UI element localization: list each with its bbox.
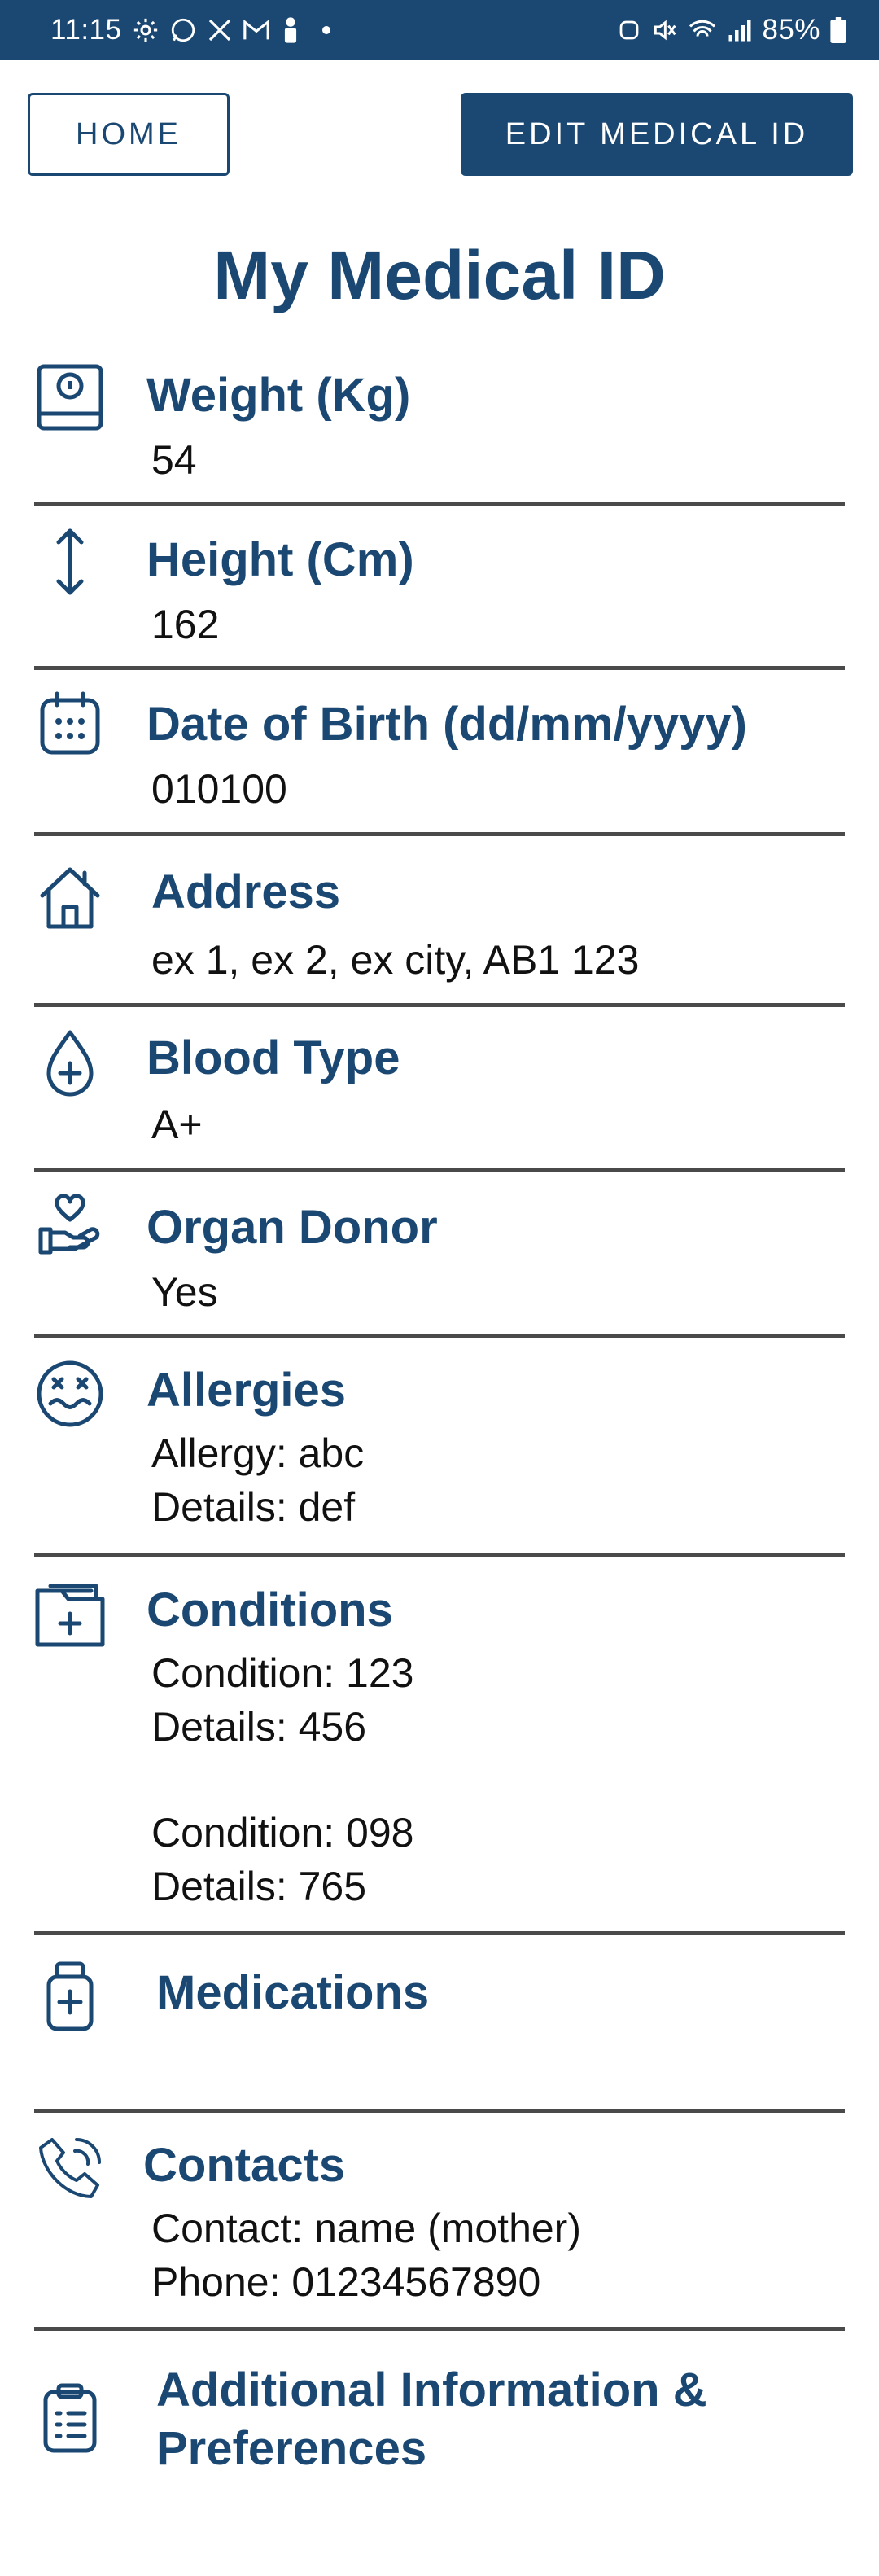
weight-label: Weight (Kg) xyxy=(146,369,411,422)
dizzy-face-icon xyxy=(34,1358,106,1430)
whatsapp-icon xyxy=(169,16,197,44)
address-value: ex 1, ex 2, ex city, AB1 123 xyxy=(151,937,640,983)
conditions-section: Conditions Condition: 123 Details: 456 C… xyxy=(34,1568,845,1935)
scale-icon xyxy=(34,361,106,433)
organ-donor-value: Yes xyxy=(151,1269,218,1315)
divider xyxy=(34,1334,845,1338)
medications-label: Medications xyxy=(156,1966,430,2019)
weight-value: 54 xyxy=(151,437,197,483)
additional-info-section: Additional Information & Preferences xyxy=(34,2345,845,2491)
height-section: Height (Cm) 162 xyxy=(34,521,845,670)
blood-type-label: Blood Type xyxy=(146,1032,400,1084)
blood-type-section: Blood Type A+ xyxy=(34,1021,845,1172)
allergies-label: Allergies xyxy=(146,1364,346,1417)
status-time: 11:15 xyxy=(50,14,122,46)
condition-1-name: Condition: 123 xyxy=(151,1650,414,1696)
contacts-label: Contacts xyxy=(143,2139,346,2192)
divider xyxy=(34,832,845,836)
allergy-details: Details: def xyxy=(151,1484,356,1530)
battery-icon xyxy=(830,17,846,43)
height-value: 162 xyxy=(151,602,220,647)
divider xyxy=(34,1168,845,1172)
allergy-name: Allergy: abc xyxy=(151,1430,365,1476)
divider xyxy=(34,2327,845,2331)
blood-drop-icon xyxy=(34,1027,106,1099)
divider xyxy=(34,502,845,506)
allergies-section: Allergies Allergy: abc Details: def xyxy=(34,1350,845,1557)
signal-icon xyxy=(728,18,752,42)
hand-heart-icon xyxy=(34,1189,106,1260)
condition-2-details: Details: 765 xyxy=(151,1864,367,1909)
address-label: Address xyxy=(151,865,341,918)
blood-type-value: A+ xyxy=(151,1102,203,1147)
battery-level: 85% xyxy=(762,14,820,46)
gmail-icon xyxy=(243,18,270,42)
status-right: 85% xyxy=(617,14,846,46)
divider xyxy=(34,1003,845,1007)
home-button[interactable]: HOME xyxy=(28,93,230,176)
home-icon xyxy=(34,861,106,933)
condition-1-details: Details: 456 xyxy=(151,1704,367,1750)
arrows-vertical-icon xyxy=(34,526,106,598)
contacts-section: Contacts Contact: name (mother) Phone: 0… xyxy=(34,2120,845,2333)
medical-folder-icon xyxy=(34,1579,106,1651)
additional-info-label-line1: Additional Information & xyxy=(156,2364,707,2416)
dob-value: 010100 xyxy=(151,766,287,812)
conditions-label: Conditions xyxy=(146,1584,393,1636)
person-icon xyxy=(280,16,301,44)
calendar-icon xyxy=(34,689,106,760)
dob-section: Date of Birth (dd/mm/yyyy) 010100 xyxy=(34,686,845,836)
condition-2-name: Condition: 098 xyxy=(151,1810,414,1855)
status-bar: 11:15 85% xyxy=(0,0,879,60)
dob-label: Date of Birth (dd/mm/yyyy) xyxy=(146,698,747,751)
divider xyxy=(34,1931,845,1935)
settings-icon xyxy=(132,16,160,44)
mute-icon xyxy=(651,17,677,43)
address-section: Address ex 1, ex 2, ex city, AB1 123 xyxy=(34,852,845,1007)
divider xyxy=(34,666,845,670)
recycle-icon xyxy=(617,18,641,42)
x-logo-icon xyxy=(207,17,233,43)
organ-donor-section: Organ Donor Yes xyxy=(34,1185,845,1338)
contact-name: Contact: name (mother) xyxy=(151,2206,581,2251)
medications-section: Medications xyxy=(34,1946,845,2115)
height-label: Height (Cm) xyxy=(146,533,414,586)
clipboard-list-icon xyxy=(34,2382,106,2454)
divider xyxy=(34,1553,845,1557)
additional-info-label-line2: Preferences xyxy=(156,2422,427,2475)
divider xyxy=(34,2109,845,2113)
page-title: My Medical ID xyxy=(213,237,666,313)
status-left: 11:15 xyxy=(50,14,330,46)
wifi-icon xyxy=(687,18,718,42)
weight-section: Weight (Kg) 54 xyxy=(34,358,845,506)
contact-phone: Phone: 01234567890 xyxy=(151,2259,541,2305)
medicine-bottle-icon xyxy=(34,1960,106,2032)
phone-icon xyxy=(34,2133,106,2205)
organ-donor-label: Organ Donor xyxy=(146,1201,438,1254)
edit-medical-id-button[interactable]: EDIT MEDICAL ID xyxy=(461,93,853,176)
notification-dot-icon xyxy=(321,26,330,34)
